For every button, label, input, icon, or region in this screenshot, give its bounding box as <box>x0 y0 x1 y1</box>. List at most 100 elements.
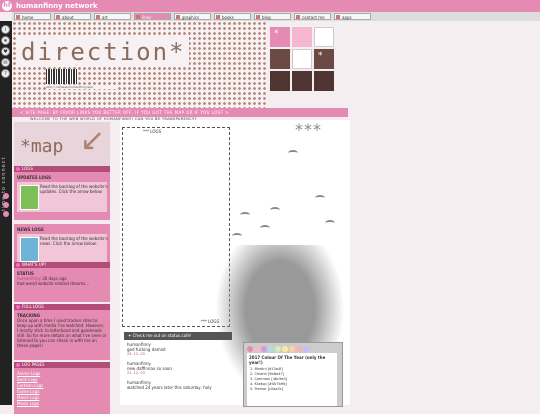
color-circle[interactable] <box>261 346 267 352</box>
tab-art[interactable]: art <box>94 13 131 20</box>
panel-header: LOGS <box>14 166 110 172</box>
barcode-image <box>46 69 78 84</box>
updates-icon <box>20 185 39 210</box>
decor-stars: *** <box>295 120 322 139</box>
tab-icon <box>56 15 60 19</box>
tab-blog[interactable]: blog <box>254 13 291 20</box>
tab-icon <box>336 15 340 19</box>
tab-label: home <box>22 15 34 20</box>
tab-home[interactable]: home <box>14 13 51 20</box>
grid-square <box>270 49 290 69</box>
tab-about[interactable]: about <box>54 13 91 20</box>
tab-contact-me[interactable]: contact me <box>294 13 331 20</box>
hero-title: direction* <box>18 37 189 67</box>
tab-books[interactable]: books <box>214 13 251 20</box>
grid-square <box>314 27 334 47</box>
tab-label: books <box>222 15 234 20</box>
grid-square <box>292 27 312 47</box>
color-circle[interactable] <box>247 346 253 352</box>
tab-label: about <box>62 15 74 20</box>
tab-icon <box>216 15 220 19</box>
tab-icon <box>16 15 20 19</box>
panel-body: TRACKING Once upon a time I used tracker… <box>14 310 110 360</box>
log-pages-panel: LOG PAGES Anime Logs Book Logs Cartoon Log… <box>14 362 110 414</box>
panel-header: FULL LOGS <box>14 304 110 310</box>
tab-label: blog <box>262 15 271 20</box>
color-circle[interactable] <box>289 346 295 352</box>
panel-header: LOG PAGES <box>14 362 110 368</box>
sidebar-dot[interactable] <box>3 202 9 208</box>
sidebar-dot[interactable] <box>3 211 9 217</box>
heart-icon[interactable]: ♥ <box>1 47 10 56</box>
site-title[interactable]: humanfinny network <box>16 2 98 10</box>
status-text: watched 24 years later this saturday, ho… <box>127 385 212 390</box>
question-icon[interactable]: ? <box>1 69 10 78</box>
status-feed: ✦ Check me out on status.cafe! humanfinn… <box>124 332 232 405</box>
left-sidebar: i ★ ♥ ✉ ? time to connect <box>0 21 12 405</box>
tracking-text: Once upon a time I used tracker sites to… <box>17 318 107 348</box>
header-banner: direction* 000 // /ref/web/humanfinny/sp… <box>12 21 267 121</box>
tab-icon <box>256 15 260 19</box>
status-item: humanfinny god fucking damnit 25. 12. 03 <box>124 340 232 359</box>
grid-square-glyph: * <box>318 51 323 61</box>
updates-label: UPDATES LOGS <box>17 175 51 180</box>
map-box[interactable]: *map ↙ <box>14 122 110 166</box>
tab-links[interactable]: links <box>134 13 171 20</box>
tab-label: apps <box>342 15 352 20</box>
star-icon[interactable]: ★ <box>1 36 10 45</box>
logs-panel: LOGS UPDATES LOGS Read the backlog of th… <box>14 166 110 272</box>
calendar-card: 2017 Colour Of The Year (only the year!)… <box>247 353 337 406</box>
status-time: 25. 12. 03 <box>127 352 145 356</box>
color-calendar: 2017 Colour Of The Year (only the year!)… <box>243 342 343 407</box>
color-circle[interactable] <box>282 346 288 352</box>
mail-icon <box>20 237 39 262</box>
grid-square <box>292 71 312 91</box>
panel-body: Anime Logs Book Logs Cartoon Logs Game Logs… <box>14 368 110 414</box>
frame-label: *** LOGS <box>143 129 162 134</box>
tab-icon <box>176 15 180 19</box>
marquee-banner: < SITE PAGE: BY FAVOR LINKS YOU BETTER O… <box>12 108 348 117</box>
status-text: had weird website related dreams... <box>17 281 90 286</box>
grid-square-glyph: * <box>274 29 279 39</box>
color-circles <box>247 346 310 352</box>
birds-graphic <box>230 145 350 245</box>
log-page-link[interactable]: Music Logs <box>17 401 107 407</box>
grid-square <box>314 71 334 91</box>
color-circle[interactable] <box>303 346 309 352</box>
tab-apps[interactable]: apps <box>334 13 371 20</box>
tab-icon <box>96 15 100 19</box>
site-logo[interactable]: hf <box>2 1 12 11</box>
color-circle[interactable] <box>268 346 274 352</box>
tab-icon <box>296 15 300 19</box>
full-logs-panel: FULL LOGS TRACKING Once upon a time I us… <box>14 304 110 360</box>
color-grid: * * <box>270 27 336 93</box>
mail-icon[interactable]: ✉ <box>1 58 10 67</box>
calendar-row: 5. Tremor [c0aa3c] <box>250 387 284 391</box>
sidebar-dot[interactable] <box>3 193 9 199</box>
status-feed-header[interactable]: ✦ Check me out on status.cafe! <box>124 332 232 340</box>
grid-square <box>270 71 290 91</box>
sidebar-vertical-text: time to connect <box>1 156 7 211</box>
color-circle[interactable] <box>275 346 281 352</box>
site-topbar: hf humanfinny network <box>0 0 540 12</box>
updates-box[interactable]: Read the backlog of the website's update… <box>17 182 108 212</box>
calendar-title: 2017 Colour Of The Year (only the year!) <box>249 355 326 365</box>
status-item: humanfinny watched 24 years later this sa… <box>124 378 232 392</box>
tab-label: graphics <box>182 15 200 20</box>
grid-square: * <box>314 49 334 69</box>
status-time: 21. 12. 03 <box>127 371 145 375</box>
grid-square: * <box>270 27 290 47</box>
color-circle[interactable] <box>296 346 302 352</box>
arrow-icon: ↙ <box>80 123 106 158</box>
tab-bar: home about art links graphics books blog contac… <box>12 12 540 21</box>
whats-up-panel: WHAT'S UP? STATUS humanfinny 30 days ago… <box>14 262 110 302</box>
tab-graphics[interactable]: graphics <box>174 13 211 20</box>
updates-text: Read the backlog of the website's update… <box>40 184 108 194</box>
news-box[interactable]: Read the backlog of the website's news. … <box>17 234 108 264</box>
color-circle[interactable] <box>254 346 260 352</box>
tab-label: links <box>142 15 152 20</box>
tab-icon <box>136 15 140 19</box>
info-icon[interactable]: i <box>1 25 10 34</box>
barcode-label: 000 // /ref/web/humanfinny/splr <box>46 85 116 89</box>
tab-label: art <box>102 15 108 20</box>
